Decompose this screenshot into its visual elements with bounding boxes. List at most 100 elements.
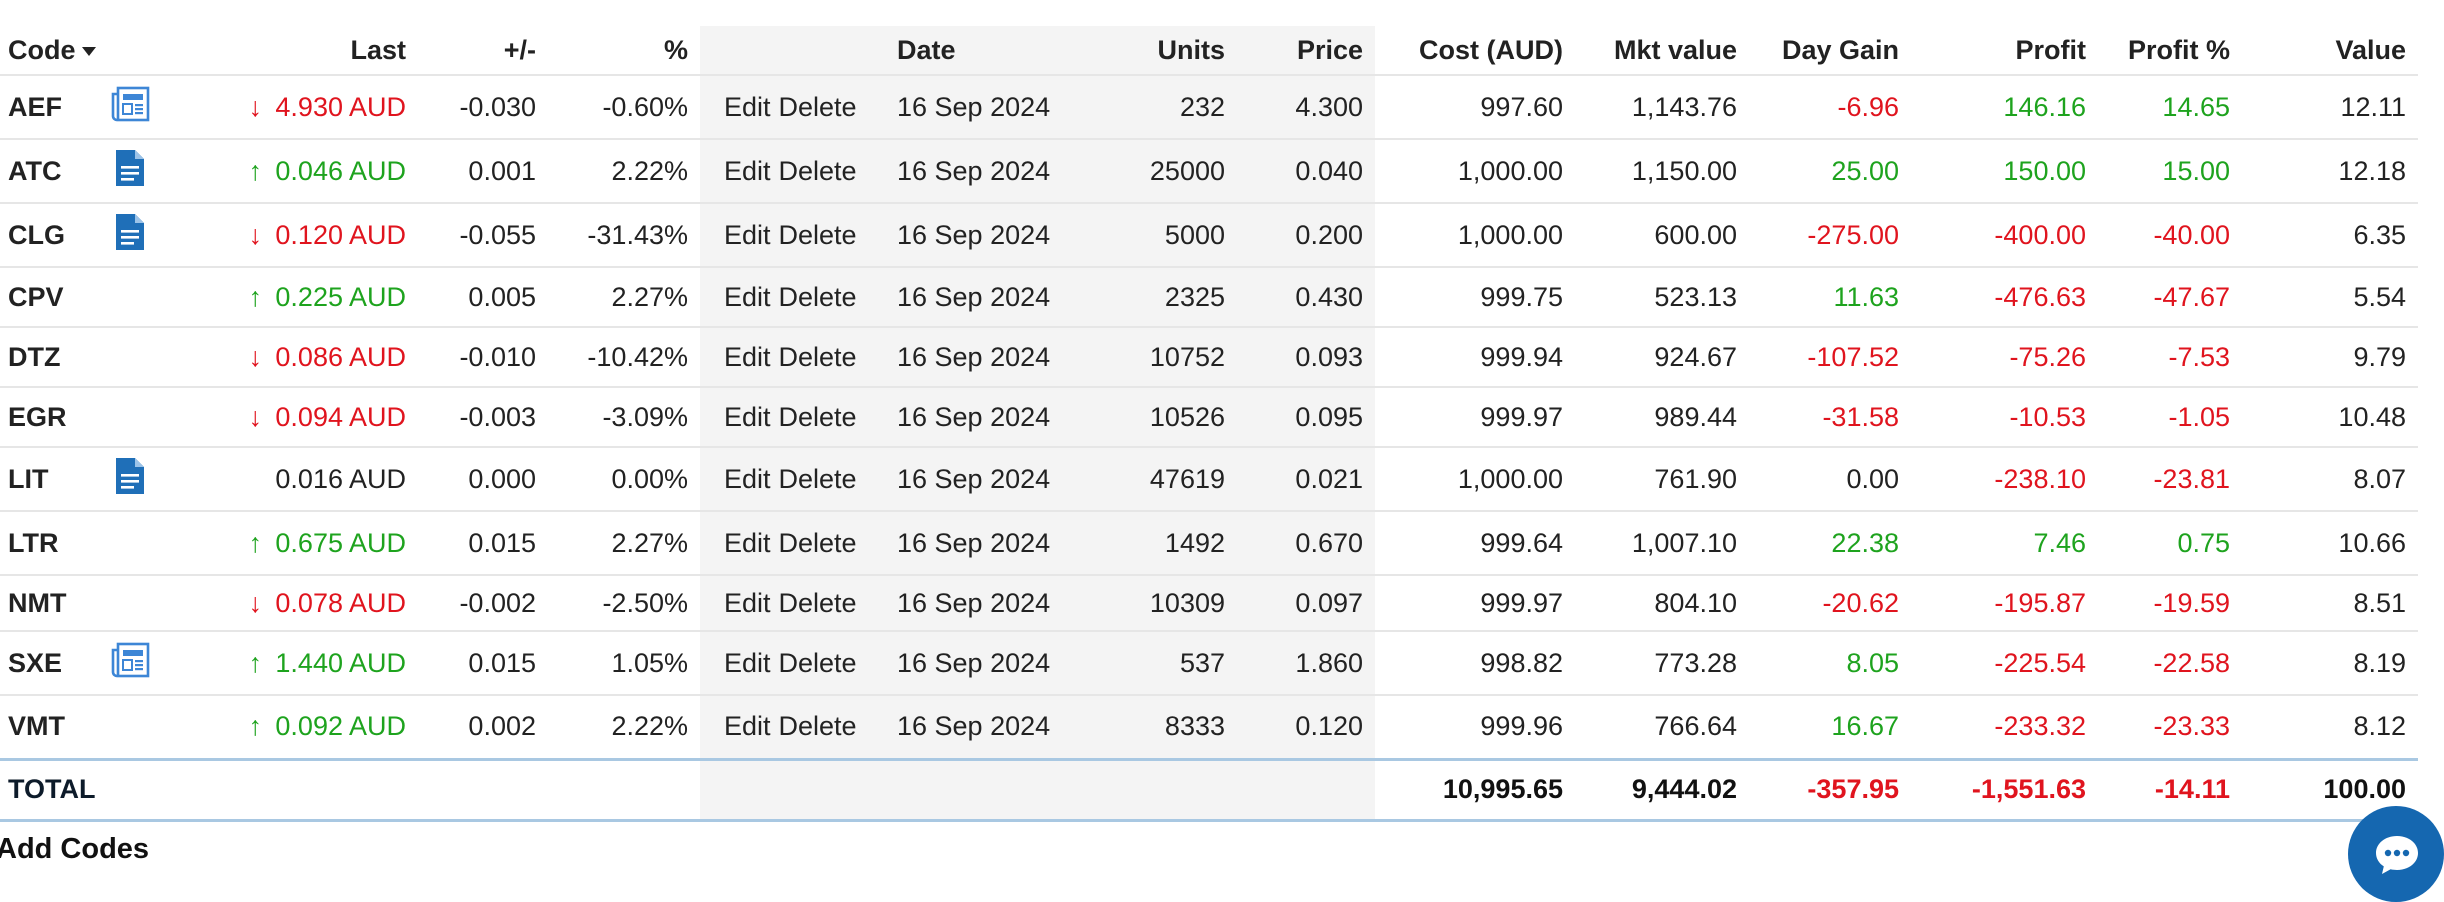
edit-link[interactable]: Edit <box>724 528 771 558</box>
row-actions: Edit Delete <box>700 138 885 203</box>
purchase-date: 16 Sep 2024 <box>885 386 1096 447</box>
purchase-date: 16 Sep 2024 <box>885 266 1096 327</box>
profit: -476.63 <box>1911 266 2098 327</box>
delete-link[interactable]: Delete <box>779 648 857 678</box>
table-row: ATC ↑ 0.046 AUD 0.001 2.22% Edit Delete 16 Sep … <box>0 138 2418 203</box>
units: 5000 <box>1096 202 1237 267</box>
profit: 7.46 <box>1911 510 2098 575</box>
header-actions <box>700 26 885 75</box>
news-icon[interactable] <box>110 642 150 685</box>
caret-down-icon[interactable] <box>81 46 96 56</box>
last-price: ↑ 0.046 AUD <box>165 138 418 203</box>
purchase-date: 16 Sep 2024 <box>885 446 1096 511</box>
delete-link[interactable]: Delete <box>779 528 857 558</box>
profit-pct: -19.59 <box>2098 574 2242 631</box>
header-date[interactable]: Date <box>885 26 1096 75</box>
stock-code[interactable]: NMT <box>0 574 95 631</box>
delete-link[interactable]: Delete <box>779 464 857 494</box>
stock-icon-cell <box>95 266 165 327</box>
edit-link[interactable]: Edit <box>724 220 771 250</box>
header-profit-pct[interactable]: Profit % <box>2098 26 2242 75</box>
document-icon[interactable] <box>113 148 147 195</box>
stock-code[interactable]: LIT <box>0 446 95 511</box>
stock-icon-cell <box>95 446 165 511</box>
delete-link[interactable]: Delete <box>779 92 857 122</box>
edit-link[interactable]: Edit <box>724 588 771 618</box>
purchase-price: 0.093 <box>1237 326 1375 387</box>
arrow-down-icon: ↓ <box>248 401 263 432</box>
day-gain: -6.96 <box>1749 74 1911 139</box>
edit-link[interactable]: Edit <box>724 342 771 372</box>
stock-code[interactable]: ATC <box>0 138 95 203</box>
header-units[interactable]: Units <box>1096 26 1237 75</box>
delete-link[interactable]: Delete <box>779 711 857 741</box>
delete-link[interactable]: Delete <box>779 156 857 186</box>
stock-icon-cell <box>95 694 165 759</box>
row-actions: Edit Delete <box>700 266 885 327</box>
market-value: 600.00 <box>1575 202 1749 267</box>
edit-link[interactable]: Edit <box>724 92 771 122</box>
edit-link[interactable]: Edit <box>724 282 771 312</box>
stock-code[interactable]: SXE <box>0 630 95 695</box>
header-last[interactable]: Last <box>165 26 418 75</box>
day-gain: -275.00 <box>1749 202 1911 267</box>
stock-code[interactable]: VMT <box>0 694 95 759</box>
last-price-value: 0.225 AUD <box>275 281 406 312</box>
edit-link[interactable]: Edit <box>724 402 771 432</box>
edit-link[interactable]: Edit <box>724 156 771 186</box>
profit-pct: -40.00 <box>2098 202 2242 267</box>
delete-link[interactable]: Delete <box>779 588 857 618</box>
day-gain: 0.00 <box>1749 446 1911 511</box>
last-price-value: 0.120 AUD <box>275 219 406 250</box>
stock-code[interactable]: LTR <box>0 510 95 575</box>
chat-icon <box>2376 836 2418 874</box>
header-profit[interactable]: Profit <box>1911 26 2098 75</box>
header-cost[interactable]: Cost (AUD) <box>1375 26 1575 75</box>
header-value[interactable]: Value <box>2242 26 2418 75</box>
purchase-date: 16 Sep 2024 <box>885 630 1096 695</box>
news-icon[interactable] <box>110 86 150 129</box>
stock-code[interactable]: EGR <box>0 386 95 447</box>
stock-code[interactable]: DTZ <box>0 326 95 387</box>
row-actions: Edit Delete <box>700 510 885 575</box>
last-price-value: 4.930 AUD <box>275 91 406 122</box>
edit-link[interactable]: Edit <box>724 648 771 678</box>
row-actions: Edit Delete <box>700 630 885 695</box>
header-change[interactable]: +/- <box>418 26 548 75</box>
header-price[interactable]: Price <box>1237 26 1375 75</box>
arrow-up-icon: ↑ <box>248 155 263 186</box>
last-price-value: 0.016 AUD <box>275 463 406 494</box>
edit-link[interactable]: Edit <box>724 464 771 494</box>
profit: -225.54 <box>1911 630 2098 695</box>
stock-code[interactable]: CLG <box>0 202 95 267</box>
day-gain: -107.52 <box>1749 326 1911 387</box>
table-row: CPV ↑ 0.225 AUD 0.005 2.27% Edit Delete 16 Sep … <box>0 266 2418 327</box>
document-icon[interactable] <box>113 212 147 259</box>
change-value: -0.030 <box>418 74 548 139</box>
purchase-price: 1.860 <box>1237 630 1375 695</box>
delete-link[interactable]: Delete <box>779 220 857 250</box>
units: 8333 <box>1096 694 1237 759</box>
market-value: 773.28 <box>1575 630 1749 695</box>
row-actions: Edit Delete <box>700 574 885 631</box>
header-pct[interactable]: % <box>548 26 700 75</box>
change-pct: -10.42% <box>548 326 700 387</box>
header-mkt-value[interactable]: Mkt value <box>1575 26 1749 75</box>
document-icon[interactable] <box>113 456 147 503</box>
stock-code[interactable]: AEF <box>0 74 95 139</box>
last-price: ↓ 0.094 AUD <box>165 386 418 447</box>
market-value: 1,007.10 <box>1575 510 1749 575</box>
delete-link[interactable]: Delete <box>779 402 857 432</box>
stock-code[interactable]: CPV <box>0 266 95 327</box>
chat-button[interactable] <box>2348 806 2444 902</box>
delete-link[interactable]: Delete <box>779 342 857 372</box>
arrow-down-icon: ↓ <box>248 341 263 372</box>
day-gain: 25.00 <box>1749 138 1911 203</box>
last-price: ↓ 0.086 AUD <box>165 326 418 387</box>
header-code[interactable]: Code <box>0 26 96 75</box>
edit-link[interactable]: Edit <box>724 711 771 741</box>
add-codes-heading: Add Codes <box>0 833 150 865</box>
header-day-gain[interactable]: Day Gain <box>1749 26 1911 75</box>
delete-link[interactable]: Delete <box>779 282 857 312</box>
profit-pct: -23.81 <box>2098 446 2242 511</box>
